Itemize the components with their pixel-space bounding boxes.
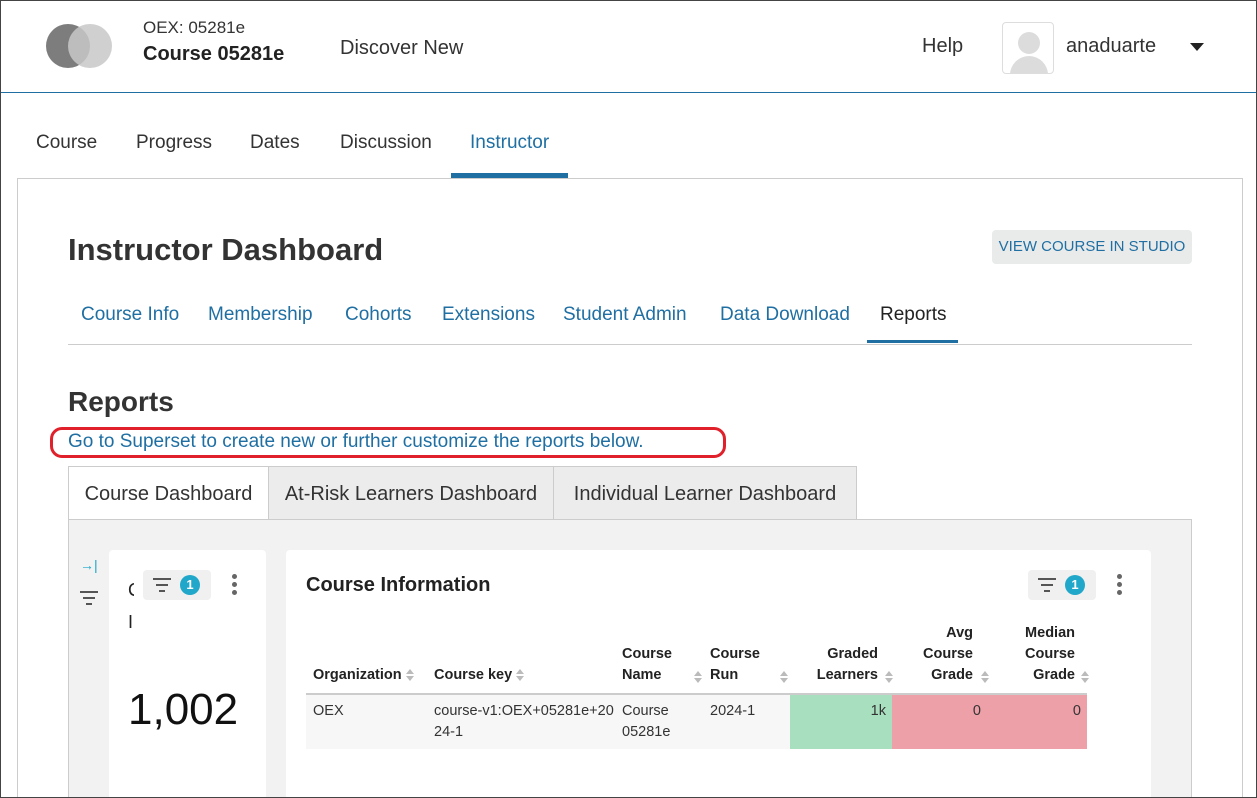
more-options-icon[interactable] [1117,574,1123,596]
column-header-course-run[interactable]: Course Run [710,644,790,686]
reports-heading: Reports [68,386,174,417]
filter-icon [153,578,171,592]
sort-icon[interactable] [885,671,893,683]
avatar-head [1018,32,1040,54]
filter-icon [1038,578,1056,592]
cell-course-run: 2024-1 [710,703,756,719]
column-header-avg-course-grade[interactable]: Avg Course Grade [905,623,973,686]
tab-instructor[interactable]: Instructor [470,132,549,154]
tab-extensions[interactable]: Extensions [442,304,535,326]
cell-course-name: Course 05281e [622,703,671,740]
card-title-clipped: C I [128,580,134,632]
column-header-median-course-grade[interactable]: Median Course Grade [1005,623,1075,686]
tab-at-risk-dashboard[interactable]: At-Risk Learners Dashboard [268,466,554,520]
column-header-organization[interactable]: Organization [313,665,414,686]
sort-icon[interactable] [1081,671,1089,683]
highlight-annotation [50,427,726,458]
big-number-value: 1,002 [128,685,239,734]
cell-course-key: course-v1:OEX+05281e+2024-1 [434,703,614,740]
tab-cohorts[interactable]: Cohorts [345,304,412,326]
sort-icon[interactable] [981,671,989,683]
column-header-graded-learners[interactable]: Graded Learners [800,644,878,686]
logo[interactable] [46,24,114,68]
avatar-body [1010,56,1048,73]
card-filter-indicator[interactable]: 1 [1028,570,1096,600]
logo-circle-light [68,24,112,68]
active-subtab-indicator [867,340,958,343]
card-filter-indicator[interactable]: 1 [143,570,211,600]
cell-median-grade: 0 [1072,703,1081,719]
expand-filters-icon[interactable]: →| [80,557,98,573]
divider [68,344,1192,345]
view-in-studio-button[interactable]: VIEW COURSE IN STUDIO [992,230,1192,264]
column-header-course-key[interactable]: Course key [434,665,525,686]
tab-data-download[interactable]: Data Download [720,304,850,326]
cell-graded-learners: 1k [870,703,886,719]
site-header: OEX: 05281e Course 05281e Discover New H… [0,0,1257,93]
filter-count-badge: 1 [1065,575,1085,595]
discover-new-link[interactable]: Discover New [340,37,463,60]
tab-discussion[interactable]: Discussion [340,132,432,154]
filter-icon[interactable] [80,590,98,606]
filter-count-badge: 1 [180,575,200,595]
tab-dates[interactable]: Dates [250,132,300,154]
help-link[interactable]: Help [922,35,963,58]
tab-course-info[interactable]: Course Info [81,304,179,326]
tab-course[interactable]: Course [36,132,97,154]
cell-organization: OEX [313,703,344,719]
tab-course-dashboard[interactable]: Course Dashboard [68,466,269,520]
sort-icon[interactable] [516,669,525,682]
sort-icon[interactable] [405,669,414,682]
column-header-course-name[interactable]: Course Name [622,644,702,686]
sort-icon[interactable] [780,671,788,683]
cell-avg-grade: 0 [972,703,981,719]
card-title: Course Information [306,574,491,596]
chevron-down-icon[interactable] [1190,43,1204,51]
more-options-icon[interactable] [232,574,238,596]
avatar[interactable] [1002,22,1054,74]
tab-student-admin[interactable]: Student Admin [563,304,687,326]
tab-membership[interactable]: Membership [208,304,313,326]
tab-reports[interactable]: Reports [880,304,947,326]
course-org: OEX: 05281e [143,18,246,37]
course-title: Course 05281e [143,43,285,65]
tab-progress[interactable]: Progress [136,132,212,154]
page-title: Instructor Dashboard [68,232,384,267]
tab-individual-learner-dashboard[interactable]: Individual Learner Dashboard [553,466,857,520]
username[interactable]: anaduarte [1066,35,1156,58]
sort-icon[interactable] [694,671,702,683]
